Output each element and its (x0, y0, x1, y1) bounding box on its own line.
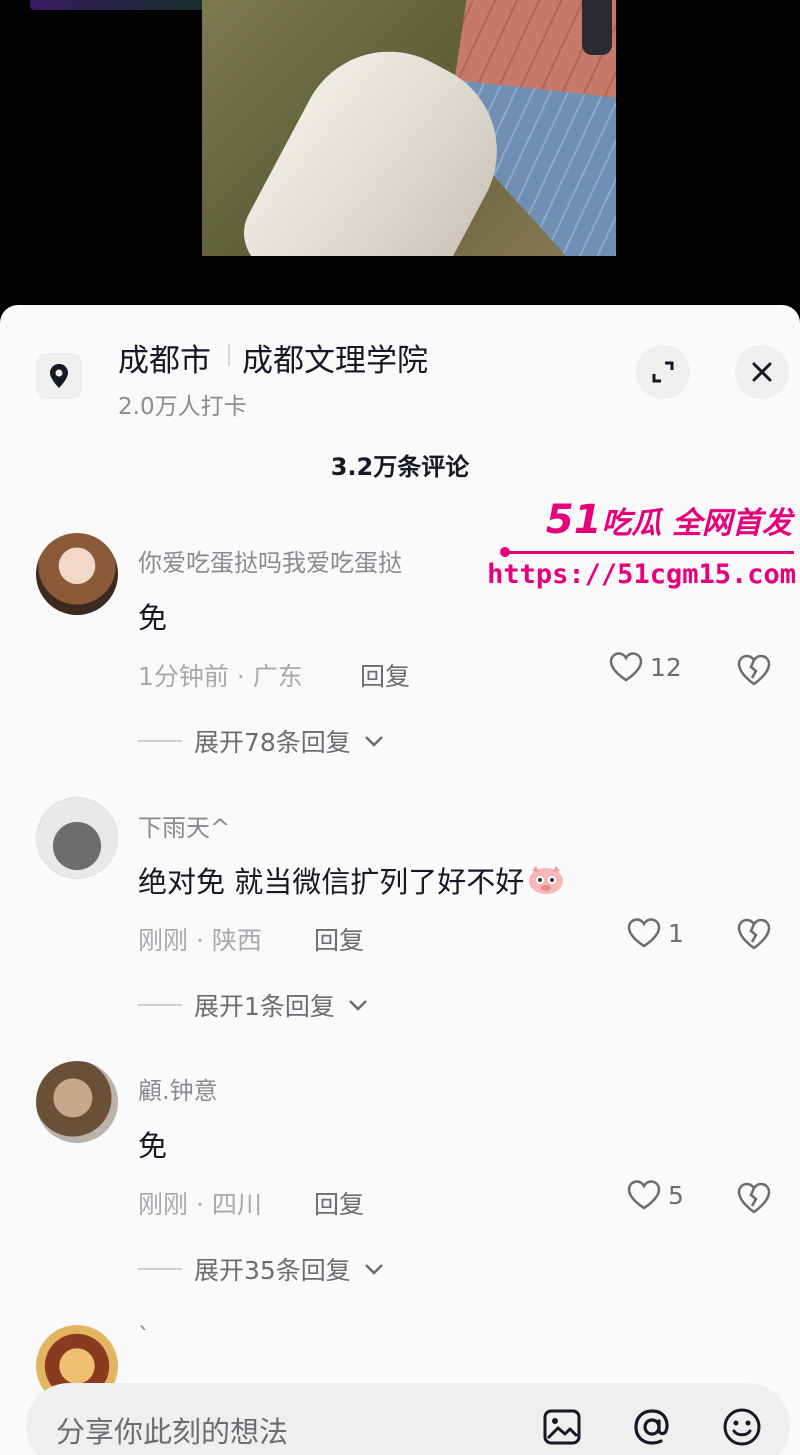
watermark-url: https://51cgm15.com (487, 559, 796, 590)
comment-text: 免 (138, 1129, 168, 1163)
heart-icon (627, 1180, 661, 1210)
comment-count: 3.2万条评论 (330, 453, 470, 481)
watermark-brand-number: 51 (545, 497, 602, 543)
comment-username[interactable]: 顧.钟意 (138, 1071, 218, 1106)
heart-icon (627, 918, 661, 948)
like-count: 1 (668, 918, 684, 948)
comment-input-placeholder: 分享你此刻的想法 (56, 1415, 289, 1449)
like-count: 5 (668, 1180, 684, 1210)
video-frame (202, 0, 616, 256)
close-button[interactable] (735, 345, 789, 399)
comment-text: 绝对免 就当微信扩列了好不好 (138, 859, 566, 901)
like-button[interactable]: 1 (626, 917, 684, 949)
expand-replies-label: 展开1条回复 (194, 992, 335, 1021)
expand-replies[interactable]: 展开35条回复 (138, 1251, 385, 1287)
dislike-icon[interactable] (736, 1181, 772, 1215)
location-place[interactable]: 成都文理学院 (242, 335, 428, 380)
expand-replies[interactable]: 展开78条回复 (138, 723, 385, 759)
pig-emoji-icon (529, 866, 564, 894)
comment-username[interactable]: ` (138, 1323, 150, 1351)
watermark-brand-text: 吃瓜 全网首发 (601, 506, 792, 541)
avatar[interactable] (36, 797, 118, 879)
expand-replies-label: 展开35条回复 (194, 1256, 351, 1285)
expand-replies[interactable]: 展开1条回复 (138, 987, 369, 1023)
chevron-down-icon (364, 1264, 383, 1275)
comment-input[interactable]: 分享你此刻的想法 (26, 1383, 790, 1455)
reply-button[interactable]: 回复 (314, 921, 364, 957)
chevron-down-icon (364, 736, 383, 747)
dislike-icon[interactable] (736, 917, 772, 951)
video-player[interactable] (0, 0, 800, 305)
comment-username[interactable]: 你爱吃蛋挞吗我爱吃蛋挞 (138, 543, 402, 578)
close-icon (752, 362, 772, 382)
comment-meta: 1分钟前 · 广东 (138, 662, 303, 691)
location-city[interactable]: 成都市 (118, 335, 211, 380)
comment-text: 免 (138, 601, 168, 635)
location-pin-icon[interactable] (36, 353, 82, 399)
reply-button[interactable]: 回复 (314, 1185, 364, 1221)
expand-button[interactable] (636, 345, 690, 399)
site-watermark: 51吃瓜 全网首发 https://51cgm15.com (487, 497, 800, 607)
reply-button[interactable]: 回复 (360, 657, 410, 693)
comment-meta: 刚刚 · 四川 (138, 1190, 262, 1219)
comments-sheet: 成都市 成都文理学院 2.0万人打卡 3.2万条评论 51吃瓜 全网首发 htt… (0, 305, 800, 1455)
avatar[interactable] (36, 1061, 118, 1143)
comment-username[interactable]: 下雨天^ (138, 808, 230, 843)
image-icon[interactable] (540, 1405, 584, 1449)
location-checkins: 2.0万人打卡 (118, 394, 247, 420)
location-separator (228, 344, 230, 366)
like-button[interactable]: 5 (626, 1179, 684, 1211)
at-icon[interactable] (630, 1405, 674, 1449)
chevron-down-icon (349, 1000, 367, 1011)
like-button[interactable]: 12 (608, 651, 682, 683)
heart-icon (609, 652, 643, 682)
expand-icon (652, 361, 674, 383)
expand-replies-label: 展开78条回复 (194, 728, 351, 757)
comment-meta: 刚刚 · 陕西 (138, 926, 262, 955)
dislike-icon[interactable] (736, 653, 772, 687)
like-count: 12 (650, 652, 682, 682)
emoji-icon[interactable] (720, 1405, 764, 1449)
avatar[interactable] (36, 533, 118, 615)
